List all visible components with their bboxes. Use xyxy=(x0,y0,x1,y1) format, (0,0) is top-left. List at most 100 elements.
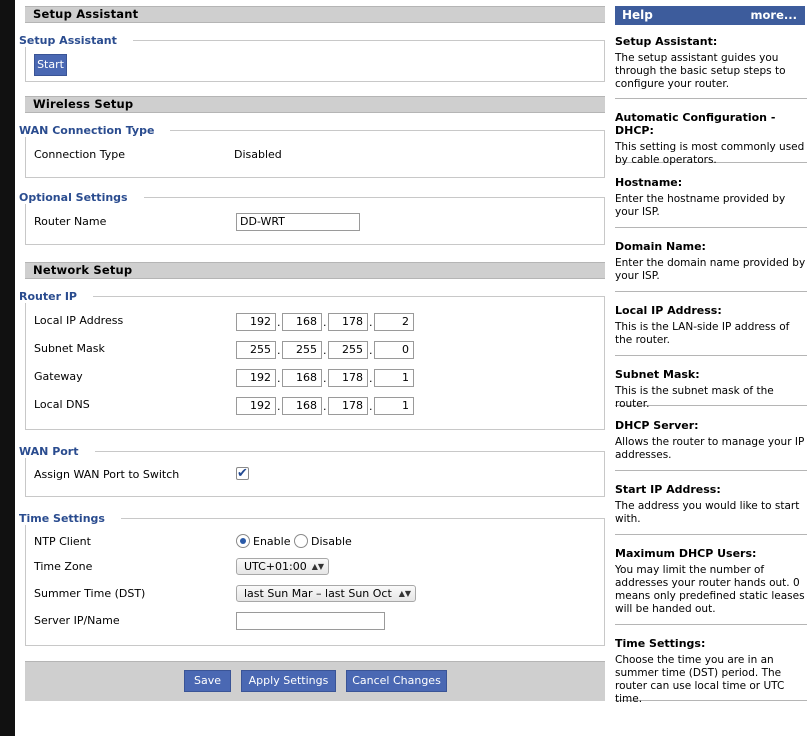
help-item-title: Subnet Mask: xyxy=(615,368,700,381)
apply-settings-button[interactable]: Apply Settings xyxy=(241,670,336,692)
summer-time-label: Summer Time (DST) xyxy=(34,587,146,600)
ip-separator: . xyxy=(369,344,373,357)
local-dns-octet-1[interactable]: 192 xyxy=(236,397,276,415)
help-item-text: This setting is most commonly used by ca… xyxy=(615,141,805,166)
local-dns-octet-4[interactable]: 1 xyxy=(374,397,414,415)
connection-type-value: Disabled xyxy=(234,148,282,161)
help-item-text: The address you would like to start with… xyxy=(615,500,800,525)
help-item-title: Setup Assistant: xyxy=(615,35,718,48)
subnet-mask-octet-1[interactable]: 255 xyxy=(236,341,276,359)
help-item: Hostname: Enter the hostname provided by… xyxy=(615,176,807,228)
help-item-text: You may limit the number of addresses yo… xyxy=(615,564,805,615)
help-item-text: Enter the domain name provided by your I… xyxy=(615,257,806,282)
wan-port-legend: WAN Port xyxy=(19,445,95,458)
local-ip-octet-3[interactable]: 178 xyxy=(328,313,368,331)
time-zone-select[interactable]: UTC+01:00 ▲▼ xyxy=(236,558,329,575)
subnet-mask-octet-3[interactable]: 255 xyxy=(328,341,368,359)
help-item-text: This is the LAN-side IP address of the r… xyxy=(615,321,790,346)
summer-time-select[interactable]: last Sun Mar – last Sun Oct ▲▼ xyxy=(236,585,416,602)
help-item-text: The setup assistant guides you through t… xyxy=(615,52,786,90)
ip-separator: . xyxy=(277,400,281,413)
help-item: Time Settings: Choose the time you are i… xyxy=(615,637,807,705)
assign-wan-port-checkbox[interactable]: ✔ xyxy=(236,467,249,480)
gateway-octet-3[interactable]: 178 xyxy=(328,369,368,387)
help-title: Help xyxy=(622,8,653,22)
ip-separator: . xyxy=(369,400,373,413)
ip-separator: . xyxy=(369,316,373,329)
help-item-title: Time Settings: xyxy=(615,637,706,650)
ntp-disable-label: Disable xyxy=(311,535,352,548)
section-network-setup: Network Setup xyxy=(25,262,605,279)
help-item: Local IP Address: This is the LAN-side I… xyxy=(615,304,807,356)
router-ip-legend: Router IP xyxy=(19,290,93,303)
help-item: Automatic Configuration - DHCP: This set… xyxy=(615,111,807,166)
subnet-mask-octet-4[interactable]: 0 xyxy=(374,341,414,359)
help-item-text: Choose the time you are in an summer tim… xyxy=(615,654,785,705)
help-item-text: Allows the router to manage your IP addr… xyxy=(615,436,805,461)
help-item-title: Start IP Address: xyxy=(615,483,721,496)
ntp-enable-label: Enable xyxy=(253,535,291,548)
subnet-mask-label: Subnet Mask xyxy=(34,342,105,355)
window-edge xyxy=(0,0,15,736)
help-item: DHCP Server: Allows the router to manage… xyxy=(615,419,807,471)
optional-settings-legend: Optional Settings xyxy=(19,191,144,204)
help-item-title: Automatic Configuration - DHCP: xyxy=(615,111,776,137)
router-name-label: Router Name xyxy=(34,215,107,228)
local-ip-octet-2[interactable]: 168 xyxy=(282,313,322,331)
connection-type-label: Connection Type xyxy=(34,148,126,161)
gateway-octet-4[interactable]: 1 xyxy=(374,369,414,387)
gateway-label: Gateway xyxy=(34,370,83,383)
summer-time-value: last Sun Mar – last Sun Oct xyxy=(244,587,392,600)
local-dns-label: Local DNS xyxy=(34,398,90,411)
help-more-link[interactable]: more... xyxy=(751,6,797,25)
ntp-client-label: NTP Client xyxy=(34,535,91,548)
local-ip-label: Local IP Address xyxy=(34,314,124,327)
ip-separator: . xyxy=(277,316,281,329)
help-item-title: Maximum DHCP Users: xyxy=(615,547,757,560)
local-ip-octet-1[interactable]: 192 xyxy=(236,313,276,331)
help-item: Setup Assistant: The setup assistant gui… xyxy=(615,35,807,99)
ip-separator: . xyxy=(277,372,281,385)
ntp-enable-radio[interactable] xyxy=(236,534,250,548)
ip-separator: . xyxy=(323,400,327,413)
help-item-text: Enter the hostname provided by your ISP. xyxy=(615,193,786,218)
chevron-updown-icon: ▲▼ xyxy=(398,589,411,598)
time-zone-label: Time Zone xyxy=(34,560,93,573)
ip-separator: . xyxy=(277,344,281,357)
help-item: Subnet Mask: This is the subnet mask of … xyxy=(615,368,807,410)
gateway-octet-2[interactable]: 168 xyxy=(282,369,322,387)
server-ip-input[interactable] xyxy=(236,612,385,630)
gateway-octet-1[interactable]: 192 xyxy=(236,369,276,387)
help-item: Domain Name: Enter the domain name provi… xyxy=(615,240,807,292)
help-item-title: Local IP Address: xyxy=(615,304,722,317)
ip-separator: . xyxy=(323,372,327,385)
router-name-input[interactable]: DD-WRT xyxy=(236,213,360,231)
cancel-changes-button[interactable]: Cancel Changes xyxy=(346,670,447,692)
server-ip-label: Server IP/Name xyxy=(34,614,120,627)
help-item: Maximum DHCP Users: You may limit the nu… xyxy=(615,547,807,625)
ip-separator: . xyxy=(323,344,327,357)
help-item-title: Hostname: xyxy=(615,176,683,189)
local-ip-octet-4[interactable]: 2 xyxy=(374,313,414,331)
time-zone-value: UTC+01:00 xyxy=(244,560,307,573)
help-header: Help more... xyxy=(615,6,805,25)
help-item-title: Domain Name: xyxy=(615,240,706,253)
section-setup-assistant: Setup Assistant xyxy=(25,6,605,23)
ip-separator: . xyxy=(323,316,327,329)
help-item: Start IP Address: The address you would … xyxy=(615,483,807,535)
start-button[interactable]: Start xyxy=(34,54,67,76)
time-settings-legend: Time Settings xyxy=(19,512,121,525)
help-item-text: This is the subnet mask of the router. xyxy=(615,385,774,410)
local-dns-octet-2[interactable]: 168 xyxy=(282,397,322,415)
chevron-updown-icon: ▲▼ xyxy=(311,562,324,571)
local-dns-octet-3[interactable]: 178 xyxy=(328,397,368,415)
setup-assistant-legend: Setup Assistant xyxy=(19,34,133,47)
subnet-mask-octet-2[interactable]: 255 xyxy=(282,341,322,359)
wan-connection-legend: WAN Connection Type xyxy=(19,124,171,137)
save-button[interactable]: Save xyxy=(184,670,231,692)
ip-separator: . xyxy=(369,372,373,385)
section-wireless-setup: Wireless Setup xyxy=(25,96,605,113)
ntp-disable-radio[interactable] xyxy=(294,534,308,548)
help-item-title: DHCP Server: xyxy=(615,419,699,432)
assign-wan-port-label: Assign WAN Port to Switch xyxy=(34,468,180,481)
